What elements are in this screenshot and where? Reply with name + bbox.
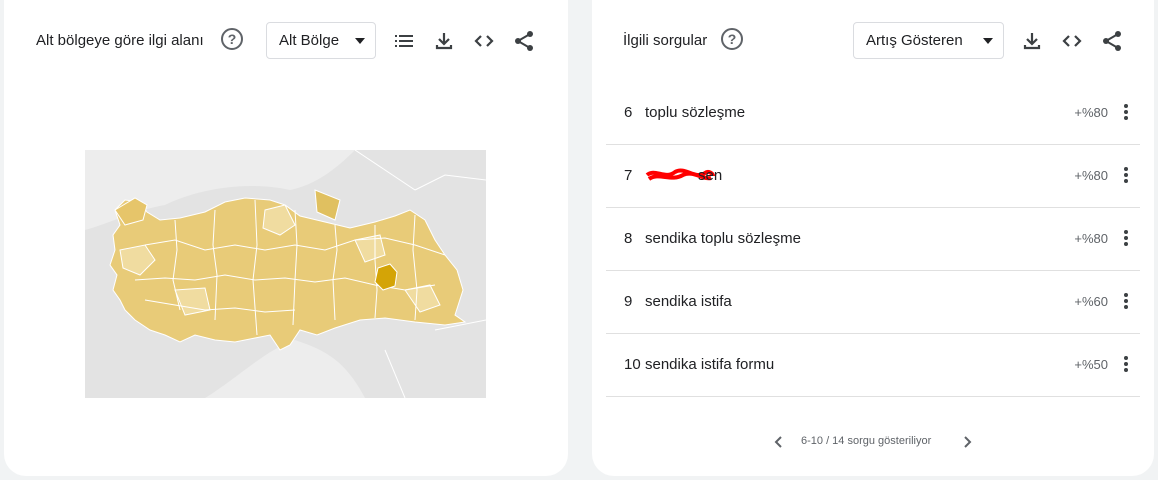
more-vert-icon[interactable] bbox=[1120, 228, 1132, 250]
query-type-dropdown-value: Artış Gösteren bbox=[866, 32, 963, 49]
embed-icon[interactable] bbox=[1060, 29, 1084, 53]
query-value: +%50 bbox=[1074, 357, 1108, 372]
region-level-dropdown-value: Alt Bölge bbox=[279, 32, 340, 49]
more-vert-icon[interactable] bbox=[1120, 291, 1132, 313]
query-type-dropdown[interactable]: Artış Gösteren bbox=[853, 22, 1004, 59]
query-rank: 7 bbox=[624, 167, 633, 184]
query-rank: 6 bbox=[624, 104, 633, 121]
chevron-right-icon[interactable] bbox=[960, 435, 974, 449]
query-text[interactable]: sendika istifa bbox=[645, 293, 732, 310]
related-query-list: 6 toplu sözleşme +%80 7 sen +%80 8 sendi… bbox=[606, 82, 1140, 397]
caret-down-icon bbox=[355, 38, 365, 44]
query-rank: 9 bbox=[624, 293, 633, 310]
share-icon[interactable] bbox=[512, 29, 536, 53]
regional-interest-card: Alt bölgeye göre ilgi alanı ? Alt Bölge bbox=[4, 0, 568, 476]
embed-icon[interactable] bbox=[472, 29, 496, 53]
query-row[interactable]: 6 toplu sözleşme +%80 bbox=[606, 82, 1140, 145]
related-title: İlgili sorgular bbox=[623, 32, 708, 49]
query-rank: 8 bbox=[624, 230, 633, 247]
query-value: +%80 bbox=[1074, 231, 1108, 246]
query-text[interactable]: sendika istifa formu bbox=[645, 356, 774, 373]
more-vert-icon[interactable] bbox=[1120, 102, 1132, 124]
query-rank: 10 bbox=[624, 356, 641, 373]
query-text[interactable]: sen bbox=[698, 167, 722, 184]
query-row[interactable]: 7 sen +%80 bbox=[606, 145, 1140, 208]
query-value: +%80 bbox=[1074, 105, 1108, 120]
more-vert-icon[interactable] bbox=[1120, 165, 1132, 187]
query-value: +%60 bbox=[1074, 294, 1108, 309]
query-row[interactable]: 9 sendika istifa +%60 bbox=[606, 271, 1140, 334]
query-text[interactable]: sendika toplu sözleşme bbox=[645, 230, 801, 247]
share-icon[interactable] bbox=[1100, 29, 1124, 53]
download-icon[interactable] bbox=[1020, 29, 1044, 53]
related-queries-card: İlgili sorgular ? Artış Gösteren 6 toplu… bbox=[592, 0, 1154, 476]
pagination-text: 6-10 / 14 sorgu gösteriliyor bbox=[801, 435, 932, 447]
query-text[interactable]: toplu sözleşme bbox=[645, 104, 745, 121]
query-row[interactable]: 8 sendika toplu sözleşme +%80 bbox=[606, 208, 1140, 271]
region-level-dropdown[interactable]: Alt Bölge bbox=[266, 22, 376, 59]
help-circle-icon[interactable]: ? bbox=[721, 28, 743, 50]
more-vert-icon[interactable] bbox=[1120, 354, 1132, 376]
download-icon[interactable] bbox=[432, 29, 456, 53]
pagination: 6-10 / 14 sorgu gösteriliyor bbox=[592, 432, 1154, 452]
query-value: +%80 bbox=[1074, 168, 1108, 183]
caret-down-icon bbox=[983, 38, 993, 44]
query-row[interactable]: 10 sendika istifa formu +%50 bbox=[606, 334, 1140, 397]
list-icon[interactable] bbox=[392, 29, 416, 53]
turkey-region-map[interactable] bbox=[85, 150, 486, 398]
chevron-left-icon[interactable] bbox=[772, 435, 786, 449]
regional-title: Alt bölgeye göre ilgi alanı bbox=[36, 32, 204, 49]
related-card-header: İlgili sorgular ? Artış Gösteren bbox=[592, 22, 1154, 60]
help-circle-icon[interactable]: ? bbox=[221, 28, 243, 50]
regional-card-header: Alt bölgeye göre ilgi alanı ? Alt Bölge bbox=[4, 22, 568, 60]
